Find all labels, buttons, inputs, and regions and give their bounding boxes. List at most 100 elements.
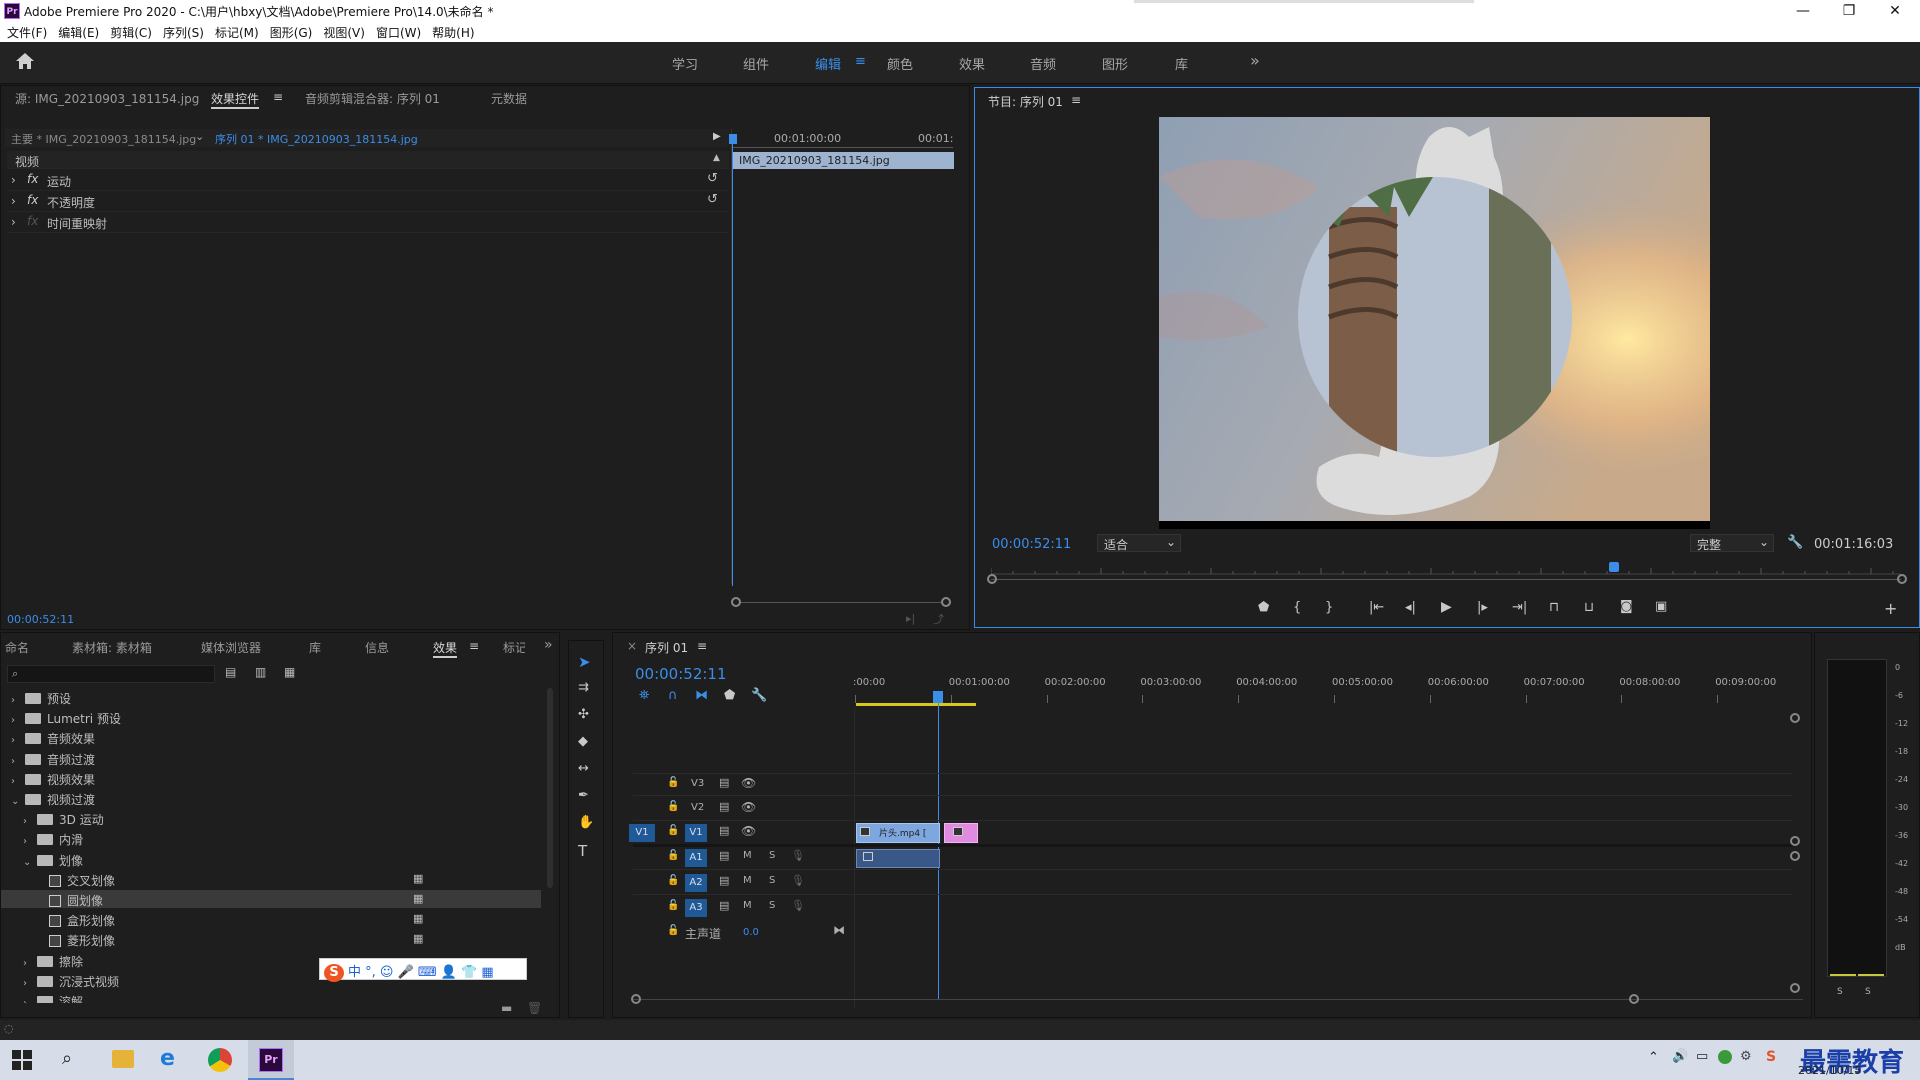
fx-icon[interactable]: fx [27, 193, 38, 207]
tab-source[interactable]: 源: IMG_20210903_181154.jpg [15, 90, 199, 107]
program-menu-icon[interactable]: ≡ [1071, 93, 1081, 107]
play-icon[interactable]: ▶ [1441, 599, 1452, 615]
microphone-icon[interactable]: 🎙 [791, 899, 805, 912]
track-select-tool-icon[interactable]: ⇉ [578, 680, 589, 695]
solo-left-button[interactable]: S [1837, 987, 1843, 997]
chevron-down-icon[interactable]: ⌄ [23, 857, 37, 868]
workspace-color[interactable]: 颜色 [887, 54, 913, 73]
step-back-icon[interactable]: ◂| [1405, 600, 1416, 615]
track-name[interactable]: A2 [685, 874, 707, 892]
more-tabs-icon[interactable]: » [544, 637, 553, 653]
tab-project[interactable]: 命名 [5, 639, 29, 656]
menu-marker[interactable]: 标记(M) [208, 22, 263, 41]
tab-metadata[interactable]: 元数据 [491, 90, 527, 107]
chevron-right-icon[interactable]: › [11, 173, 16, 187]
vscroll-handle[interactable] [1790, 836, 1800, 846]
network-icon[interactable]: ▭ [1696, 1049, 1708, 1064]
zoom-scroll-track[interactable] [991, 579, 1901, 580]
close-tab-icon[interactable]: × [627, 639, 637, 653]
video-frame[interactable] [1159, 117, 1710, 521]
workspace-learning[interactable]: 学习 [672, 54, 698, 73]
add-marker-icon[interactable]: ⬟ [724, 688, 735, 703]
source-patch-v1[interactable]: V1 [629, 824, 655, 842]
effects-tree-item[interactable]: › 预设 [1, 688, 541, 706]
tab-media-browser[interactable]: 媒体浏览器 [201, 639, 261, 656]
chevron-right-icon[interactable]: › [23, 836, 37, 847]
compare-view-icon[interactable]: ▣ [1655, 599, 1667, 614]
track-name[interactable]: V1 [685, 824, 707, 842]
tab-markers[interactable]: 标记 [503, 639, 525, 656]
32bit-effects-icon[interactable]: ▥ [255, 665, 266, 679]
mark-in-icon[interactable]: { [1293, 600, 1301, 615]
reset-icon[interactable]: ↺ [707, 171, 718, 186]
workspace-audio[interactable]: 音频 [1030, 54, 1056, 73]
sync-lock-icon[interactable]: ▤ [719, 776, 729, 789]
effect-motion[interactable]: › fx 运动 ↺ [7, 171, 729, 191]
menu-file[interactable]: 文件(F) [0, 22, 51, 41]
playhead-icon[interactable] [729, 134, 737, 144]
tab-effects[interactable]: 效果 [433, 639, 458, 658]
effects-search-input[interactable]: ⌕ [7, 665, 215, 683]
effects-tree-item[interactable]: › Lumetri 预设 [1, 708, 541, 726]
pen-tool-icon[interactable]: ✒ [578, 788, 589, 803]
chevron-right-icon[interactable]: › [11, 735, 25, 746]
menu-edit[interactable]: 编辑(E) [51, 22, 103, 41]
accelerated-effects-icon[interactable]: ▤ [225, 665, 236, 679]
vscroll-handle[interactable] [1790, 713, 1800, 723]
yuv-effects-icon[interactable]: ▦ [284, 665, 295, 679]
add-marker-icon[interactable]: ⬟ [1258, 600, 1269, 615]
solo-right-button[interactable]: S [1865, 987, 1871, 997]
windows-start-icon[interactable] [12, 1050, 32, 1070]
tray-sogou-icon[interactable]: S [1766, 1049, 1776, 1065]
snap-icon[interactable]: ∩ [668, 688, 678, 703]
lift-icon[interactable]: ⊓ [1549, 600, 1559, 615]
chevron-right-icon[interactable]: › [11, 715, 25, 726]
effect-time-remap[interactable]: › fx 时间重映射 [7, 213, 729, 233]
scroll-track[interactable] [741, 602, 941, 603]
tab-audio-clip-mixer[interactable]: 音频剪辑混合器: 序列 01 [305, 90, 440, 107]
effects-tree-item[interactable]: › 音频效果 [1, 728, 541, 746]
effects-tree-item[interactable]: › 溶解 [1, 991, 541, 1003]
sync-lock-icon[interactable]: ▤ [719, 874, 729, 887]
effects-tree-item[interactable]: 圆划像 ▦ [1, 890, 541, 908]
file-explorer-icon[interactable] [112, 1050, 134, 1068]
master-volume[interactable]: 0.0 [743, 927, 759, 938]
mark-out-icon[interactable]: } [1325, 600, 1333, 615]
more-workspaces-icon[interactable]: » [1250, 51, 1260, 70]
workspace-editing[interactable]: 编辑 [815, 54, 841, 73]
chevron-right-icon[interactable]: › [23, 958, 37, 969]
scroll-handle-left[interactable] [731, 597, 741, 607]
tray-chevron-icon[interactable]: ⌃ [1648, 1050, 1659, 1065]
go-to-in-icon[interactable]: |⇤ [1369, 600, 1384, 615]
solo-button[interactable]: S [769, 850, 775, 861]
timeline-tab[interactable]: 序列 01 [645, 639, 688, 656]
solo-button[interactable]: S [769, 900, 775, 911]
effects-tree-item[interactable]: › 音频过渡 [1, 749, 541, 767]
effects-tree-item[interactable]: › 视频效果 [1, 769, 541, 787]
sync-lock-icon[interactable]: ▤ [719, 899, 729, 912]
hscroll-handle-left[interactable] [631, 994, 641, 1004]
lock-icon[interactable]: 🔓 [667, 801, 679, 812]
workspace-assembly[interactable]: 组件 [743, 54, 769, 73]
timeline-playhead-icon[interactable] [933, 691, 943, 703]
menu-view[interactable]: 视图(V) [316, 22, 369, 41]
zoom-handle-right[interactable] [1897, 574, 1907, 584]
extract-icon[interactable]: ⊔ [1584, 600, 1594, 615]
ime-toolbar[interactable]: S 中 °, ☺ 🎤 ⌨ 👤 👕 ▦ [319, 958, 527, 982]
program-title[interactable]: 节目: 序列 01 [988, 93, 1063, 110]
solo-button[interactable]: S [769, 875, 775, 886]
lock-icon[interactable]: 🔓 [667, 900, 679, 911]
maximize-button[interactable]: ❐ [1826, 0, 1872, 22]
type-tool-icon[interactable]: T [578, 842, 587, 860]
go-to-icon[interactable]: ⧓ [833, 923, 845, 937]
effect-opacity[interactable]: › fx 不透明度 ↺ [7, 192, 729, 212]
timeline-menu-icon[interactable]: ≡ [697, 639, 707, 653]
tab-effect-controls[interactable]: 效果控件 [211, 90, 260, 109]
slip-tool-icon[interactable]: ↔ [578, 761, 589, 776]
render-icon[interactable]: ▸| [906, 612, 915, 625]
nest-icon[interactable]: ⛯ [639, 688, 649, 703]
master-clip-label[interactable]: 主要 * IMG_20210903_181154.jpg [11, 131, 196, 147]
effects-tree-item[interactable]: ⌄ 划像 [1, 850, 541, 868]
sync-lock-icon[interactable]: ▤ [719, 849, 729, 862]
tray-app-icon[interactable] [1718, 1050, 1732, 1064]
